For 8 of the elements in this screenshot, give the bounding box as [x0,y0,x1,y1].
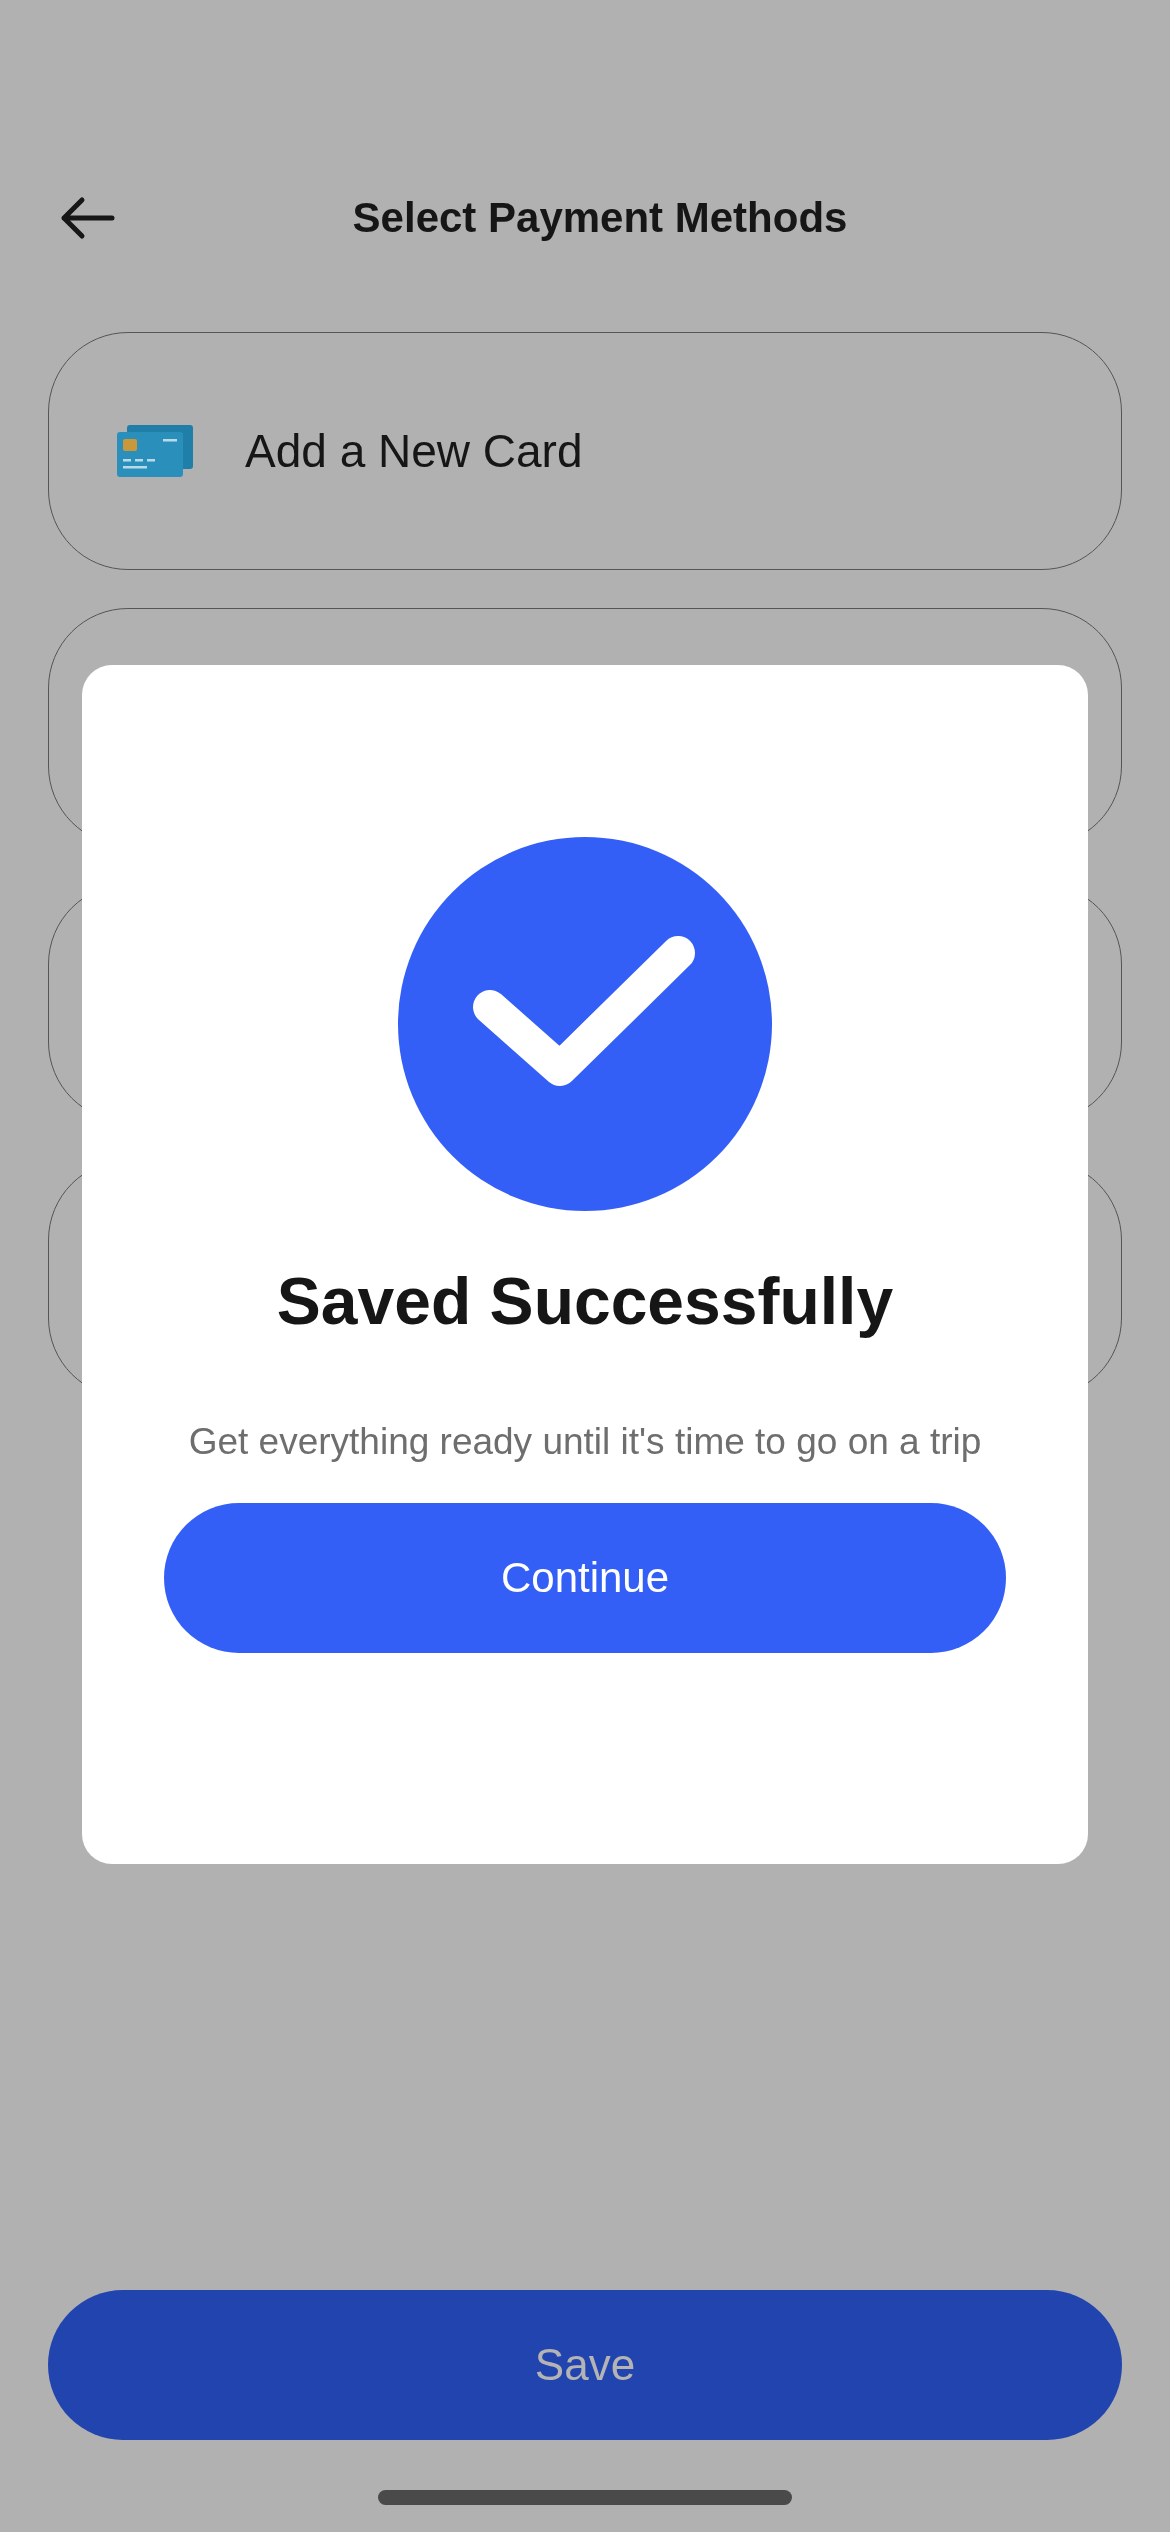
add-card-option[interactable]: Add a New Card [48,332,1122,570]
dialog-message: Get everything ready until it's time to go on a trip [188,1421,982,1463]
dialog-title: Saved Successfully [276,1263,894,1339]
credit-card-icon [117,425,193,477]
check-circle-icon [398,837,772,1211]
page-title: Select Payment Methods [352,194,848,242]
save-button[interactable]: Save [48,2290,1122,2440]
continue-button[interactable]: Continue [164,1503,1006,1653]
